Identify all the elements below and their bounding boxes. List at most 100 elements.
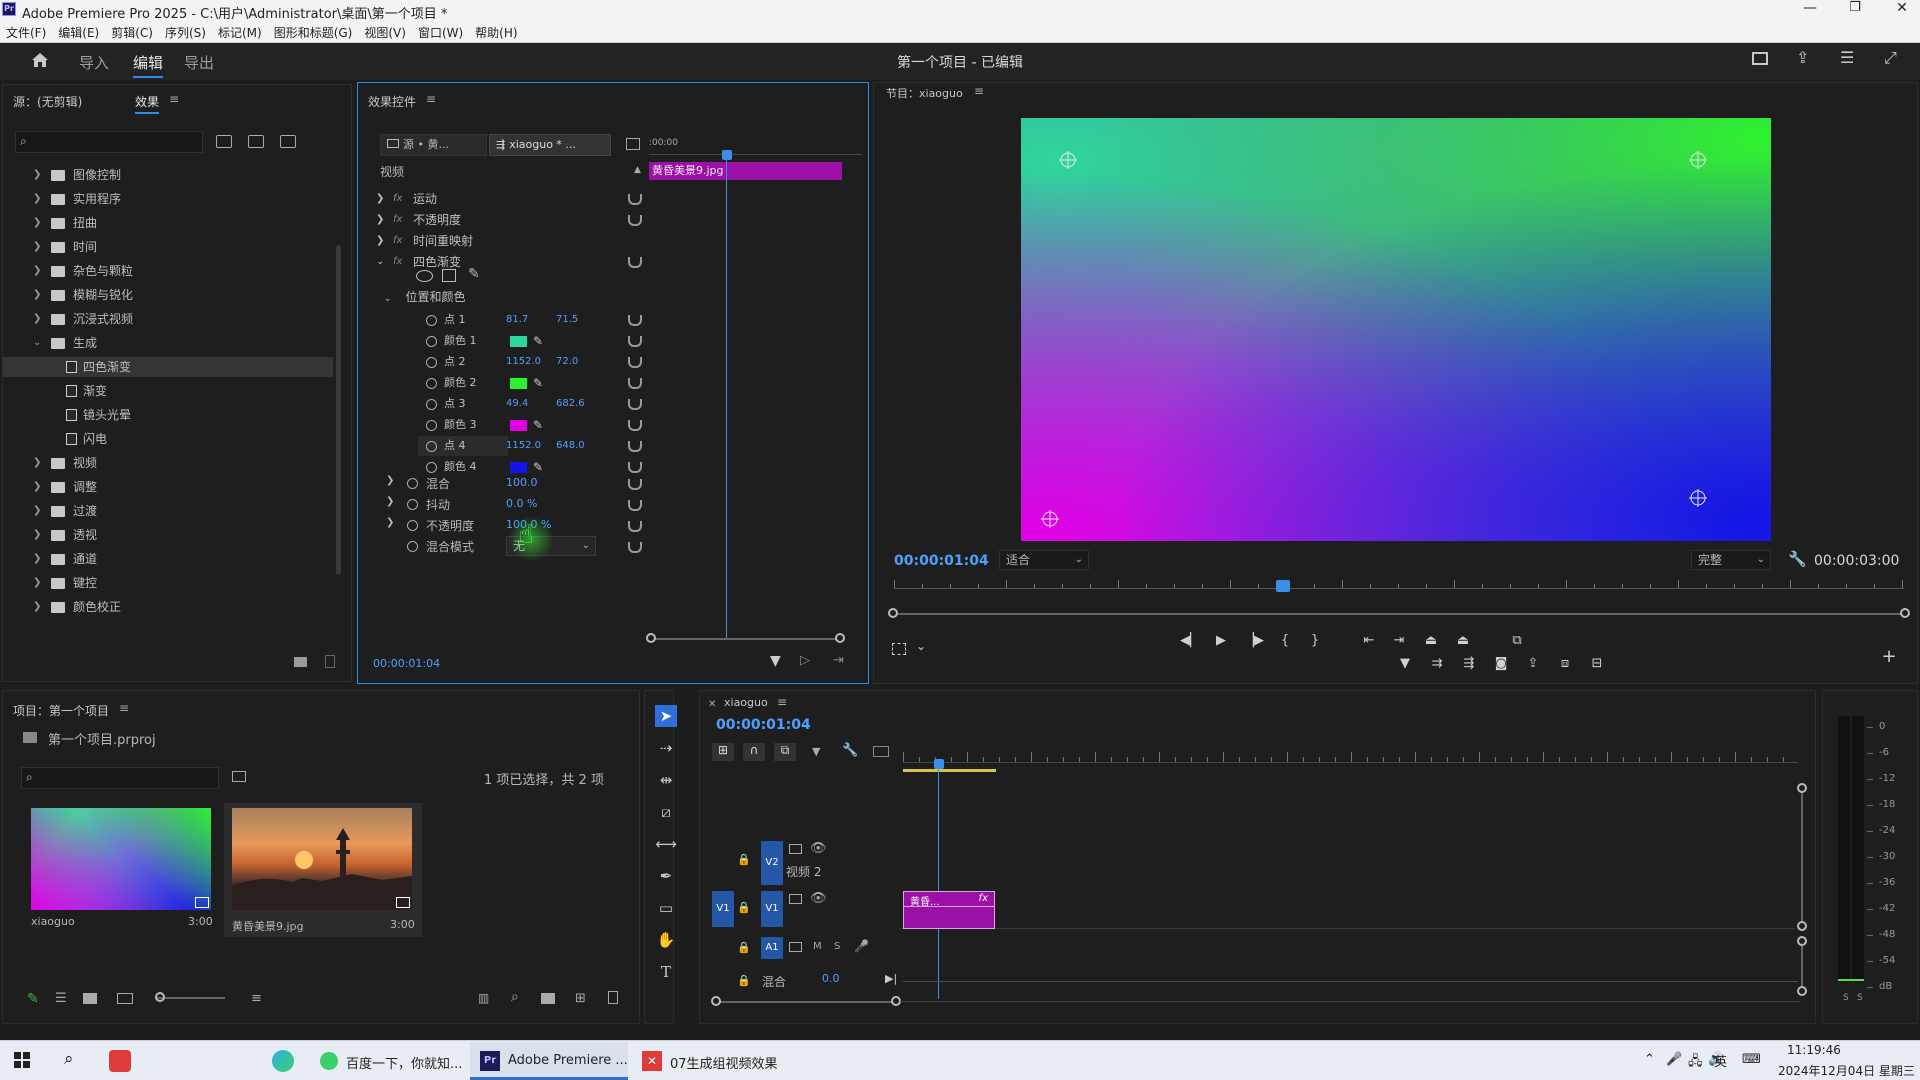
stopwatch-icon[interactable] [426, 441, 437, 452]
track-target-v2[interactable]: V2 [761, 841, 783, 885]
chevron-right-icon[interactable]: ❯ [33, 165, 43, 185]
param-row[interactable]: 点 4 1152.0 648.0 [358, 436, 648, 456]
clip-bar[interactable]: 黄昏美景9.jpg [649, 162, 842, 180]
position-color-group[interactable]: ⌄ 位置和颜色 [384, 287, 466, 307]
tree-item[interactable]: ❯ 调整 [3, 477, 333, 497]
linked-selection-icon[interactable]: ⧉ [774, 743, 796, 761]
effect-row[interactable]: ❯ fx 不透明度 [358, 210, 648, 230]
timeline-timecode[interactable]: 00:00:01:04 [716, 717, 811, 733]
fx-icon[interactable]: fx [393, 189, 402, 209]
stopwatch-icon[interactable] [426, 420, 437, 431]
zoom-left-handle[interactable] [646, 633, 656, 643]
lock-icon[interactable]: 🔒 [737, 853, 751, 866]
panel-menu-icon[interactable]: ≡ [169, 92, 179, 106]
insert-nest-icon[interactable]: ⊞ [712, 743, 734, 761]
sequence-tab[interactable]: xiaoguo [724, 696, 768, 709]
jitter-value[interactable]: 0.0 % [506, 497, 537, 510]
stopwatch-icon[interactable] [426, 399, 437, 410]
param-row[interactable]: 点 1 81.7 71.5 [358, 310, 648, 330]
reset-icon[interactable] [628, 315, 642, 326]
reset-icon[interactable] [628, 215, 642, 226]
stopwatch-icon[interactable] [426, 315, 437, 326]
stopwatch-icon[interactable] [426, 336, 437, 347]
captions-icon[interactable] [873, 746, 889, 757]
chevron-right-icon[interactable]: ❯ [376, 231, 384, 251]
stopwatch-icon[interactable] [407, 541, 418, 552]
menu-sequence[interactable]: 序列(S) [159, 22, 212, 41]
delete-icon[interactable] [325, 655, 335, 668]
tree-item[interactable]: ❯ 模糊与锐化 [3, 285, 333, 305]
reset-icon[interactable] [628, 257, 642, 268]
tree-item[interactable]: ❯ 视频 [3, 453, 333, 473]
pen-tool-icon[interactable]: ✒ [655, 865, 677, 887]
tree-item[interactable]: ❯ 透视 [3, 525, 333, 545]
menu-help[interactable]: 帮助(H) [469, 22, 523, 41]
fullscreen-icon[interactable]: ⤢ [1884, 48, 1897, 68]
stopwatch-icon[interactable] [426, 378, 437, 389]
reset-icon[interactable] [628, 542, 642, 553]
param-row[interactable]: 点 2 1152.0 72.0 [358, 352, 648, 372]
stopwatch-icon[interactable] [407, 520, 418, 531]
v-scroll-handle-bottom[interactable] [1797, 921, 1807, 931]
slip-tool-icon[interactable]: ⟷ [655, 833, 677, 855]
mark-out-icon[interactable]: } [1306, 633, 1324, 648]
tree-item[interactable]: ❯ 通道 [3, 549, 333, 569]
source-clip-tab[interactable]: 源 • 黄... [380, 134, 487, 156]
tree-item[interactable]: ❯ 沉浸式视频 [3, 309, 333, 329]
stopwatch-icon[interactable] [426, 357, 437, 368]
tab-source[interactable]: 源：(无剪辑) [13, 93, 82, 110]
lock-icon[interactable]: 🔒 [737, 974, 751, 987]
reset-icon[interactable] [628, 479, 642, 490]
accelerated-effects-icon[interactable] [216, 135, 232, 148]
camera-icon[interactable]: ◙ [1492, 656, 1510, 671]
v-scroll-handle-top[interactable] [1797, 783, 1807, 793]
param-row[interactable]: 颜色 1 ✎ [358, 331, 648, 351]
chevron-right-icon[interactable]: ❯ [33, 597, 43, 617]
chevron-down-icon[interactable]: ⌄ [33, 333, 43, 353]
lock-icon[interactable]: 🔒 [737, 941, 751, 954]
32bit-effects-icon[interactable] [248, 135, 264, 148]
toggle-sync-icon[interactable] [789, 844, 802, 854]
param-value-y[interactable]: 682.6 [556, 394, 585, 414]
tree-item[interactable]: 四色渐变 [3, 357, 333, 377]
program-timecode[interactable]: 00:00:01:04 [894, 553, 989, 569]
project-search[interactable]: ⌕ [21, 767, 219, 789]
lock-icon[interactable]: 🔒 [737, 901, 751, 914]
delete-icon[interactable] [608, 991, 618, 1004]
network-icon[interactable]: 🖧 [1688, 1052, 1703, 1074]
overwrite-icon[interactable]: ⇶ [1460, 656, 1478, 671]
taskbar-app-premiere[interactable]: Pr Adobe Premiere ... [470, 1042, 628, 1080]
tree-item[interactable]: ❯ 过渡 [3, 501, 333, 521]
reset-icon[interactable] [628, 441, 642, 452]
effect-row[interactable]: ❯ fx 运动 [358, 189, 648, 209]
play-icon[interactable]: ▶ [1212, 633, 1230, 648]
zoom-slider[interactable] [155, 997, 225, 999]
eyedropper-icon[interactable]: ✎ [533, 373, 543, 393]
param-value-y[interactable]: 71.5 [556, 310, 578, 330]
effect-row[interactable]: ⌄ fx 四色渐变 [358, 252, 648, 272]
go-to-out-icon[interactable]: ⇥ [1390, 633, 1408, 648]
razor-tool-icon[interactable]: ⧄ [655, 801, 677, 823]
timeline-h-scroll[interactable] [716, 1001, 896, 1003]
add-marker-icon[interactable]: ▼ [1396, 656, 1414, 671]
tree-item[interactable]: ❯ 键控 [3, 573, 333, 593]
program-playhead[interactable] [1276, 580, 1290, 592]
solo-button[interactable]: S [834, 941, 840, 952]
project-title[interactable]: 项目：第一个项目 [13, 702, 109, 719]
reset-icon[interactable] [628, 399, 642, 410]
chevron-right-icon[interactable]: ❯ [33, 285, 43, 305]
extract-icon[interactable]: ⏏ [1454, 633, 1472, 648]
yuv-effects-icon[interactable] [280, 135, 296, 148]
ime-indicator[interactable]: 英 [1714, 1051, 1727, 1070]
step-back-icon[interactable]: ◀▏ [1180, 633, 1200, 648]
menu-markers[interactable]: 标记(M) [212, 22, 268, 41]
sort-icon[interactable]: ≡ [251, 991, 262, 1006]
eyedropper-icon[interactable]: ✎ [533, 331, 543, 351]
microphone-icon[interactable]: 🎤 [1666, 1052, 1682, 1067]
project-item-image[interactable]: 黄昏美景9.jpg 3:00 [224, 803, 422, 937]
vertical-scroll-video[interactable] [1801, 787, 1803, 921]
chevron-right-icon[interactable]: ❯ [33, 573, 43, 593]
add-marker-icon[interactable]: ▼ [812, 745, 820, 758]
find-icon[interactable]: ⌕ [511, 989, 519, 1005]
work-area-bar[interactable] [903, 769, 996, 772]
